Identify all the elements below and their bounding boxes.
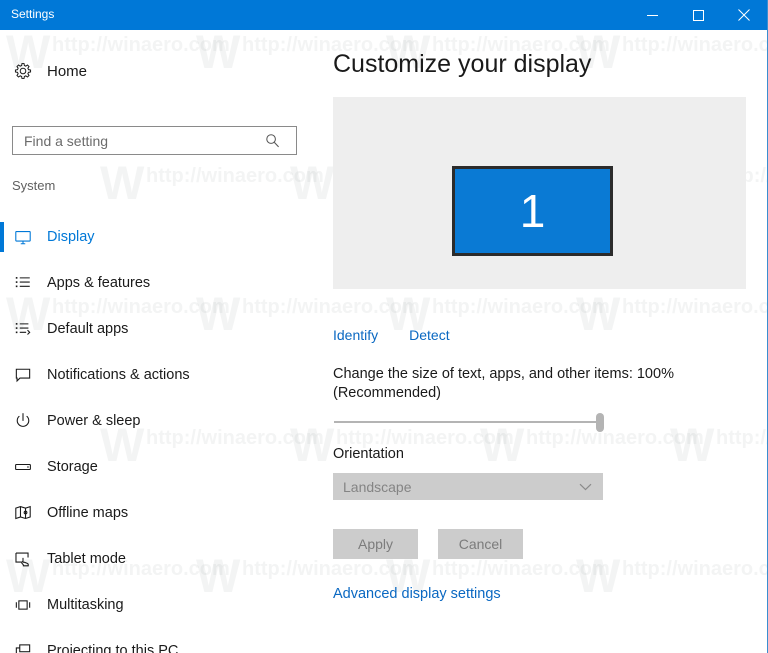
scale-slider[interactable] xyxy=(334,411,604,433)
window-content: Home System xyxy=(0,30,767,653)
sidebar-item-label: Apps & features xyxy=(47,275,151,291)
sidebar-item-label: Storage xyxy=(47,459,98,475)
project-screen-icon xyxy=(14,642,40,653)
slider-track xyxy=(334,421,602,423)
maximize-button[interactable] xyxy=(675,0,721,30)
map-icon xyxy=(14,504,40,522)
window-title: Settings xyxy=(11,7,55,21)
selection-indicator xyxy=(0,222,4,252)
close-icon xyxy=(738,9,750,21)
minimize-icon xyxy=(646,14,658,16)
tablet-touch-icon xyxy=(14,550,40,568)
orientation-dropdown[interactable]: Landscape xyxy=(333,473,603,500)
advanced-display-settings-link[interactable]: Advanced display settings xyxy=(333,586,501,602)
sidebar-item-power-sleep[interactable]: Power & sleep xyxy=(0,398,310,444)
power-icon xyxy=(14,412,40,430)
display-preview-panel: 1 xyxy=(333,97,746,289)
sidebar-item-label: Default apps xyxy=(47,321,129,337)
page-title: Customize your display xyxy=(333,50,592,78)
monitor-preview-1[interactable]: 1 xyxy=(452,166,613,256)
scale-description: Change the size of text, apps, and other… xyxy=(333,366,674,401)
sidebar-item-notifications-actions[interactable]: Notifications & actions xyxy=(0,352,310,398)
sidebar-item-label: Power & sleep xyxy=(47,413,141,429)
close-button[interactable] xyxy=(721,0,767,30)
list-arrow-icon xyxy=(14,320,40,338)
minimize-button[interactable] xyxy=(629,0,675,30)
search-input[interactable] xyxy=(22,127,258,154)
orientation-label: Orientation xyxy=(333,446,404,462)
sidebar-item-label: Multitasking xyxy=(47,597,124,613)
sidebar-item-offline-maps[interactable]: Offline maps xyxy=(0,490,310,536)
sidebar-item-default-apps[interactable]: Default apps xyxy=(0,306,310,352)
sidebar-item-tablet-mode[interactable]: Tablet mode xyxy=(0,536,310,582)
title-bar: Settings xyxy=(0,0,767,30)
identify-detect-row: Identify Detect xyxy=(333,327,450,343)
settings-window: Settings Home Find a setting System Disp… xyxy=(0,0,768,653)
sidebar-nav-list: Display Apps & features Default apps Not… xyxy=(0,214,310,653)
sidebar-section-label: System xyxy=(12,178,56,193)
action-buttons: Apply Cancel xyxy=(333,529,523,559)
sidebar-item-multitasking[interactable]: Multitasking xyxy=(0,582,310,628)
identify-link[interactable]: Identify xyxy=(333,327,378,343)
gear-icon xyxy=(14,62,40,80)
search-box[interactable] xyxy=(12,126,297,155)
sidebar-item-home[interactable]: Home xyxy=(0,51,300,91)
main-panel: Customize your display 1 Identify Detect… xyxy=(310,30,767,653)
search-icon[interactable] xyxy=(258,133,286,148)
sidebar-item-label: Tablet mode xyxy=(47,551,126,567)
maximize-icon xyxy=(692,9,704,21)
sidebar-item-label: Offline maps xyxy=(47,505,129,521)
sidebar-home-label: Home xyxy=(47,62,88,80)
monitor-icon xyxy=(14,228,40,246)
orientation-selected-value: Landscape xyxy=(343,478,412,495)
detect-link[interactable]: Detect xyxy=(409,327,449,343)
chevron-down-icon xyxy=(579,483,592,491)
apply-button[interactable]: Apply xyxy=(333,529,418,559)
sidebar-item-projecting-to-this-pc[interactable]: Projecting to this PC xyxy=(0,628,310,653)
monitor-number-label: 1 xyxy=(519,185,546,237)
sidebar-item-storage[interactable]: Storage xyxy=(0,444,310,490)
sidebar-item-label: Display xyxy=(47,229,95,245)
cancel-button[interactable]: Cancel xyxy=(438,529,523,559)
sidebar-item-label: Notifications & actions xyxy=(47,367,190,383)
sidebar-item-display[interactable]: Display xyxy=(0,214,310,260)
drive-icon xyxy=(14,458,40,476)
sidebar-item-label: Projecting to this PC xyxy=(47,643,179,653)
windows-panes-icon xyxy=(14,596,40,614)
speech-bubble-icon xyxy=(14,366,40,384)
sidebar: Home System xyxy=(0,30,310,653)
slider-thumb[interactable] xyxy=(596,413,604,432)
list-icon xyxy=(14,274,40,292)
sidebar-item-apps-features[interactable]: Apps & features xyxy=(0,260,310,306)
